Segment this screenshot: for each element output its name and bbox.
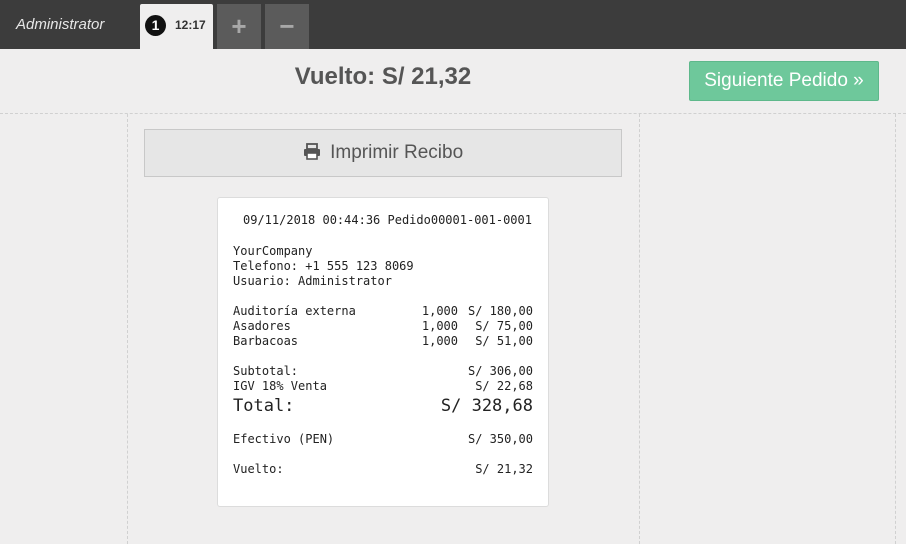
divider: [0, 113, 906, 114]
receipt-line-price: S/ 180,00: [467, 304, 533, 318]
receipt-line-name: Barbacoas: [233, 334, 299, 348]
receipt-header: 09/11/2018 00:44:36 Pedido00001-001-0001: [243, 213, 532, 227]
divider: [639, 114, 640, 544]
change-label: Vuelto:: [233, 462, 284, 476]
receipt-line-price: S/ 75,00: [475, 319, 533, 333]
remove-order-button[interactable]: −: [265, 4, 309, 49]
tax-value: S/ 22,68: [475, 379, 533, 393]
order-time: 12:17: [175, 18, 206, 32]
receipt-line-qty: 1,000: [421, 334, 458, 348]
subtotal-value: S/ 306,00: [467, 364, 533, 378]
change-value: S/ 21,32: [475, 462, 533, 476]
add-order-button[interactable]: +: [217, 4, 261, 49]
cash-label: Efectivo (PEN): [233, 432, 335, 446]
receipt-user: Usuario: Administrator: [233, 274, 392, 288]
receipt-line-qty: 1,000: [421, 319, 458, 333]
order-number-badge: 1: [145, 15, 166, 36]
top-bar: Administrator 1 12:17 + −: [0, 0, 906, 49]
order-tab[interactable]: 1 12:17: [140, 4, 213, 49]
receipt-line-price: S/ 51,00: [475, 334, 533, 348]
divider: [127, 114, 128, 544]
total-label: Total:: [233, 396, 295, 416]
receipt-phone: Telefono: +1 555 123 8069: [233, 259, 414, 273]
printer-icon: [303, 142, 330, 163]
receipt: 09/11/2018 00:44:36 Pedido00001-001-0001…: [217, 197, 549, 507]
receipt-line-name: Asadores: [233, 319, 291, 333]
divider: [895, 114, 896, 544]
user-name[interactable]: Administrator: [16, 16, 104, 33]
receipt-line-name: Auditoría externa: [233, 304, 356, 318]
change-title: Vuelto: S/ 21,32: [294, 63, 472, 90]
print-receipt-label: Imprimir Recibo: [330, 142, 464, 163]
total-value: S/ 328,68: [440, 396, 533, 416]
receipt-company: YourCompany: [233, 244, 313, 258]
subtotal-label: Subtotal:: [233, 364, 299, 378]
print-receipt-button[interactable]: Imprimir Recibo: [144, 129, 622, 177]
next-order-button[interactable]: Siguiente Pedido »: [689, 61, 879, 101]
cash-value: S/ 350,00: [467, 432, 533, 446]
receipt-line-qty: 1,000: [421, 304, 458, 318]
tax-label: IGV 18% Venta: [233, 379, 327, 393]
